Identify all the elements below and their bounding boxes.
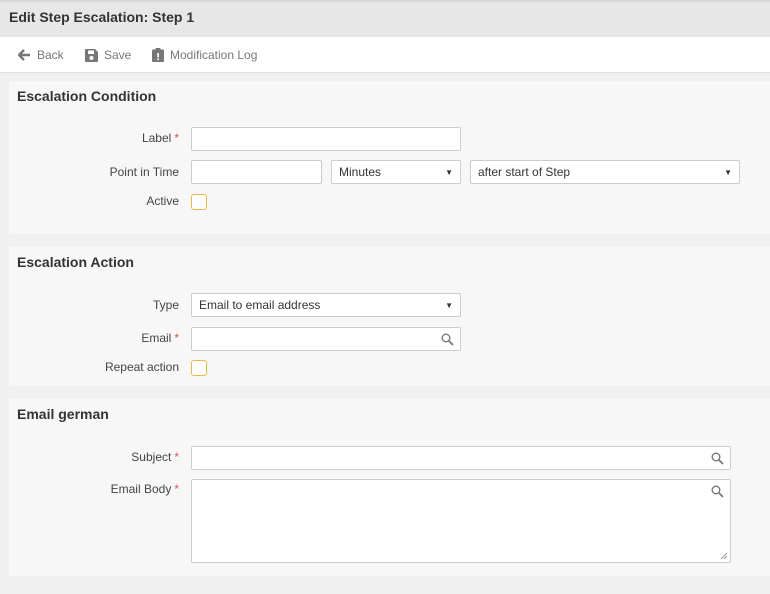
label-field-label: Label * <box>141 131 179 145</box>
repeat-action-label: Repeat action <box>104 360 179 374</box>
escalation-action-title: Escalation Action <box>17 254 134 270</box>
search-icon[interactable] <box>441 333 454 346</box>
floppy-disk-icon <box>85 48 98 62</box>
time-relation-select[interactable]: after start of Step ▼ <box>470 160 740 184</box>
modification-log-label: Modification Log <box>170 48 258 62</box>
type-select[interactable]: Email to email address ▼ <box>191 293 461 317</box>
time-unit-select[interactable]: Minutes ▼ <box>331 160 461 184</box>
point-in-time-input[interactable] <box>191 160 322 184</box>
escalation-action-panel: Escalation Action Type Email to email ad… <box>9 247 770 386</box>
active-checkbox[interactable] <box>191 194 207 210</box>
subject-input[interactable] <box>191 446 731 470</box>
save-button[interactable]: Save <box>85 37 131 73</box>
back-label: Back <box>37 48 64 62</box>
active-label: Active <box>146 194 179 208</box>
dropdown-caret-icon: ▼ <box>445 300 453 310</box>
label-input[interactable] <box>191 127 461 151</box>
email-german-title: Email german <box>17 406 109 422</box>
email-label: Email * <box>141 331 179 345</box>
escalation-condition-panel: Escalation Condition Label * Point in Tim… <box>9 81 770 234</box>
arrow-left-icon <box>18 49 30 61</box>
modification-log-button[interactable]: Modification Log <box>152 37 257 73</box>
dropdown-caret-icon: ▼ <box>724 167 732 177</box>
subject-label: Subject * <box>131 450 179 464</box>
repeat-action-checkbox[interactable] <box>191 360 207 376</box>
point-in-time-label: Point in Time <box>109 165 179 179</box>
type-label: Type <box>152 298 179 312</box>
save-label: Save <box>104 48 132 62</box>
time-relation-value: after start of Step <box>478 165 571 179</box>
toolbar: Back Save Modification Log <box>0 37 770 73</box>
search-icon[interactable] <box>711 452 724 465</box>
back-button[interactable]: Back <box>18 37 64 73</box>
page-title: Edit Step Escalation: Step 1 <box>9 9 195 25</box>
title-bar: Edit Step Escalation: Step 1 <box>0 0 770 37</box>
search-icon[interactable] <box>711 485 724 498</box>
escalation-condition-title: Escalation Condition <box>17 88 157 104</box>
email-body-textarea[interactable] <box>191 479 731 563</box>
email-input[interactable] <box>191 327 461 351</box>
resize-handle-icon[interactable] <box>720 552 728 560</box>
clipboard-icon <box>152 48 164 62</box>
time-unit-value: Minutes <box>339 165 382 179</box>
type-value: Email to email address <box>199 298 321 312</box>
email-german-panel: Email german Subject * Email Body * <box>9 399 770 576</box>
email-body-label: Email Body * <box>110 482 179 496</box>
dropdown-caret-icon: ▼ <box>445 167 453 177</box>
